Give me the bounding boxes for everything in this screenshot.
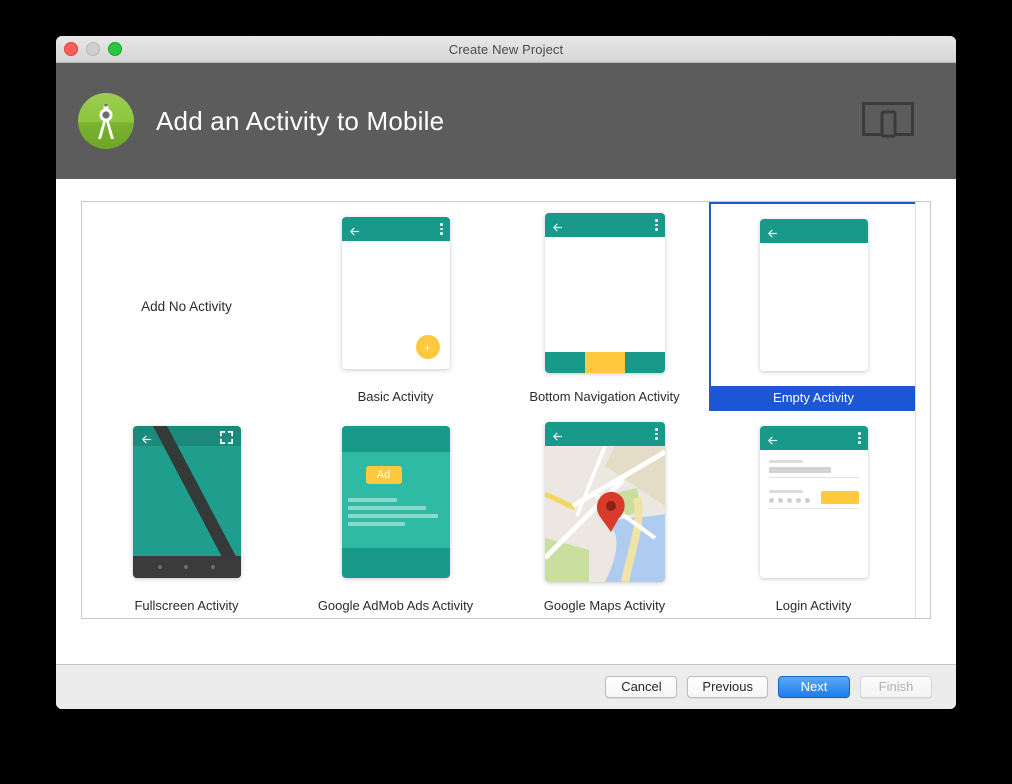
- tablet-phone-device-icon: [862, 102, 914, 140]
- activity-gallery: Add No Activity: [81, 201, 931, 619]
- previous-button[interactable]: Previous: [687, 676, 768, 698]
- overflow-menu-icon: [858, 432, 861, 444]
- wizard-footer: Cancel Previous Next Finish: [56, 664, 956, 709]
- floating-action-button: +: [416, 335, 440, 359]
- activity-card-bottom-navigation-activity[interactable]: Bottom Navigation Activity: [500, 202, 709, 411]
- activity-grid: Add No Activity: [82, 202, 916, 618]
- android-studio-logo-icon: [78, 93, 134, 149]
- activity-card-label: Empty Activity: [711, 386, 916, 409]
- bottom-nav-activity-thumbnail: [500, 202, 709, 384]
- overflow-menu-icon: [655, 428, 658, 440]
- login-activity-thumbnail: [709, 411, 916, 593]
- no-activity-thumbnail: Add No Activity: [82, 202, 291, 411]
- finish-button: Finish: [860, 676, 932, 698]
- admob-activity-thumbnail: Ad: [291, 411, 500, 593]
- activity-card-label: Basic Activity: [291, 384, 500, 409]
- fullscreen-expand-icon: [220, 431, 233, 444]
- email-field-value: [769, 467, 831, 473]
- phone-mock: [760, 426, 868, 578]
- create-new-project-window: Create New Project: [56, 36, 956, 709]
- cancel-button[interactable]: Cancel: [605, 676, 677, 698]
- phone-mock: [545, 422, 665, 582]
- screenshot-root: Create New Project: [0, 0, 1012, 784]
- maximize-button[interactable]: [108, 42, 122, 56]
- password-field-hint: [769, 490, 803, 493]
- activity-card-label: Bottom Navigation Activity: [500, 384, 709, 409]
- email-field-hint: [769, 460, 803, 463]
- back-arrow-icon: [141, 432, 152, 443]
- fullscreen-top-bar: [133, 426, 241, 448]
- close-button[interactable]: [64, 42, 78, 56]
- wizard-body: Add No Activity: [56, 179, 956, 665]
- activity-card-fullscreen-activity[interactable]: Fullscreen Activity: [82, 411, 291, 618]
- basic-activity-thumbnail: +: [291, 202, 500, 384]
- activity-card-empty-activity[interactable]: Empty Activity: [709, 202, 916, 411]
- minimize-button[interactable]: [86, 42, 100, 56]
- login-form-preview: [760, 450, 868, 578]
- back-arrow-icon: [349, 224, 360, 235]
- activity-card-label: Fullscreen Activity: [82, 593, 291, 618]
- phone-mock: +: [342, 217, 450, 369]
- overflow-menu-icon: [440, 223, 443, 235]
- empty-activity-thumbnail: [711, 204, 916, 386]
- wizard-header: Add an Activity to Mobile: [56, 63, 956, 179]
- map-preview: [545, 446, 665, 582]
- bottom-navigation-bar: [545, 352, 665, 373]
- app-bar: [545, 213, 665, 237]
- page-title: Add an Activity to Mobile: [156, 106, 444, 137]
- password-field-underline: [769, 508, 859, 509]
- activity-card-label: Google AdMob Ads Activity: [291, 593, 500, 618]
- phone-mock: Ad: [342, 426, 450, 578]
- activity-card-basic-activity[interactable]: + Basic Activity: [291, 202, 500, 411]
- maps-activity-thumbnail: [500, 411, 709, 593]
- window-titlebar: Create New Project: [56, 36, 956, 63]
- bottom-nav-item: [625, 352, 665, 373]
- back-arrow-icon: [767, 226, 778, 237]
- ad-placeholder-lines: [348, 498, 444, 530]
- activity-card-login-activity[interactable]: Login Activity: [709, 411, 916, 618]
- overflow-menu-icon: [655, 219, 658, 231]
- bottom-nav-item-active: [585, 352, 625, 373]
- back-arrow-icon: [552, 220, 563, 231]
- phone-mock: [133, 426, 241, 578]
- system-navigation-bar: [133, 556, 241, 578]
- gallery-scrollbar[interactable]: [915, 202, 930, 618]
- window-title: Create New Project: [56, 42, 956, 57]
- activity-card-label: Login Activity: [709, 593, 916, 618]
- back-arrow-icon: [767, 433, 778, 444]
- phone-mock: [545, 213, 665, 373]
- fab-plus-label: +: [424, 341, 432, 354]
- next-button[interactable]: Next: [778, 676, 850, 698]
- activity-card-maps-activity[interactable]: Google Maps Activity: [500, 411, 709, 618]
- activity-card-no-activity[interactable]: Add No Activity: [82, 202, 291, 411]
- activity-card-label: Add No Activity: [141, 299, 232, 314]
- back-arrow-icon: [552, 429, 563, 440]
- activity-gallery-viewport[interactable]: Add No Activity: [82, 202, 916, 618]
- email-field-underline: [769, 477, 859, 478]
- window-traffic-lights: [64, 36, 122, 62]
- sign-in-button-preview: [821, 491, 859, 504]
- app-bar: [342, 217, 450, 241]
- fullscreen-activity-thumbnail: [82, 411, 291, 593]
- app-bar: [760, 426, 868, 450]
- phone-mock: [760, 219, 868, 371]
- activity-card-admob-ads-activity[interactable]: Ad: [291, 411, 500, 618]
- activity-card-label: Google Maps Activity: [500, 593, 709, 618]
- app-bar: [760, 219, 868, 243]
- ad-badge: Ad: [366, 466, 402, 484]
- app-bar: [545, 422, 665, 446]
- ad-content-card: Ad: [342, 452, 450, 548]
- bottom-nav-item: [545, 352, 585, 373]
